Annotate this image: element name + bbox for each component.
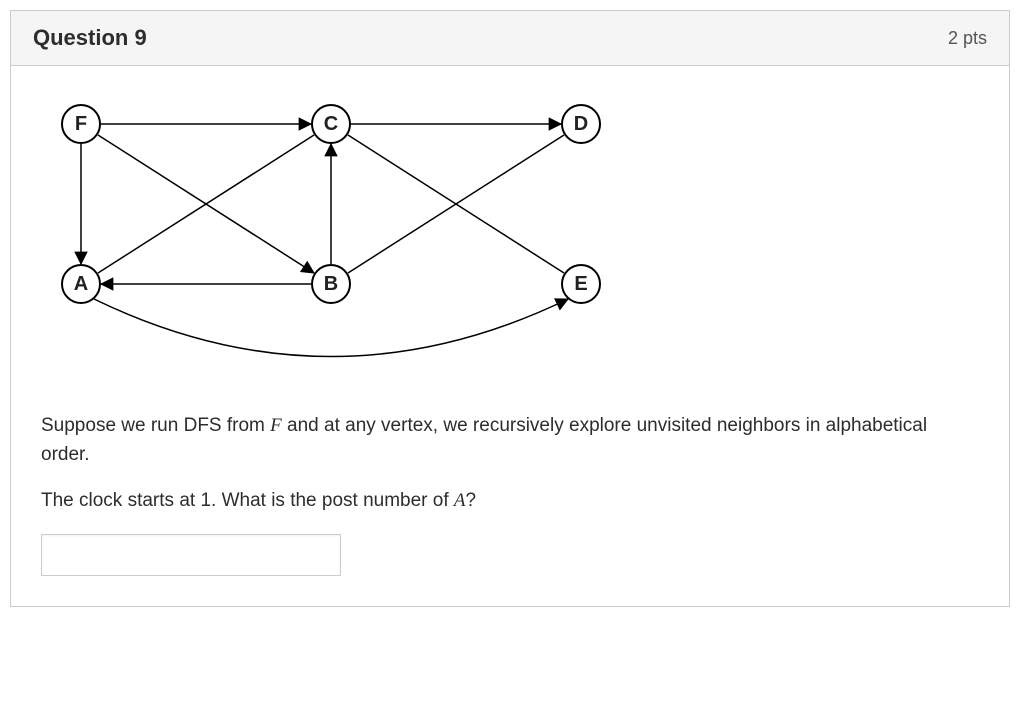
text-fragment: The clock starts at 1. What is the post … <box>41 490 454 511</box>
question-text: Suppose we run DFS from F and at any ver… <box>41 412 979 516</box>
node-a-label: A <box>74 273 88 296</box>
node-e-label: E <box>574 273 587 296</box>
question-text-line-2: The clock starts at 1. What is the post … <box>41 487 979 516</box>
text-fragment: ? <box>466 490 477 511</box>
math-var-f: F <box>270 415 282 436</box>
question-header: Question 9 2 pts <box>11 11 1009 66</box>
math-var-a: A <box>454 490 466 511</box>
question-points: 2 pts <box>948 28 987 49</box>
text-fragment: Suppose we run DFS from <box>41 415 270 436</box>
node-b: B <box>311 264 351 304</box>
question-title: Question 9 <box>33 25 147 51</box>
node-b-label: B <box>324 273 338 296</box>
node-c: C <box>311 104 351 144</box>
answer-input[interactable] <box>41 534 341 576</box>
node-e: E <box>561 264 601 304</box>
node-d-label: D <box>574 113 588 136</box>
node-d: D <box>561 104 601 144</box>
node-f-label: F <box>75 113 87 136</box>
node-c-label: C <box>324 113 338 136</box>
question-body: F C D A B E Suppose we run DFS from F an… <box>11 66 1009 606</box>
graph-diagram: F C D A B E <box>41 84 681 404</box>
edge-a-e <box>94 299 568 357</box>
node-f: F <box>61 104 101 144</box>
node-a: A <box>61 264 101 304</box>
question-text-line-1: Suppose we run DFS from F and at any ver… <box>41 412 979 469</box>
question-card: Question 9 2 pts <box>10 10 1010 607</box>
